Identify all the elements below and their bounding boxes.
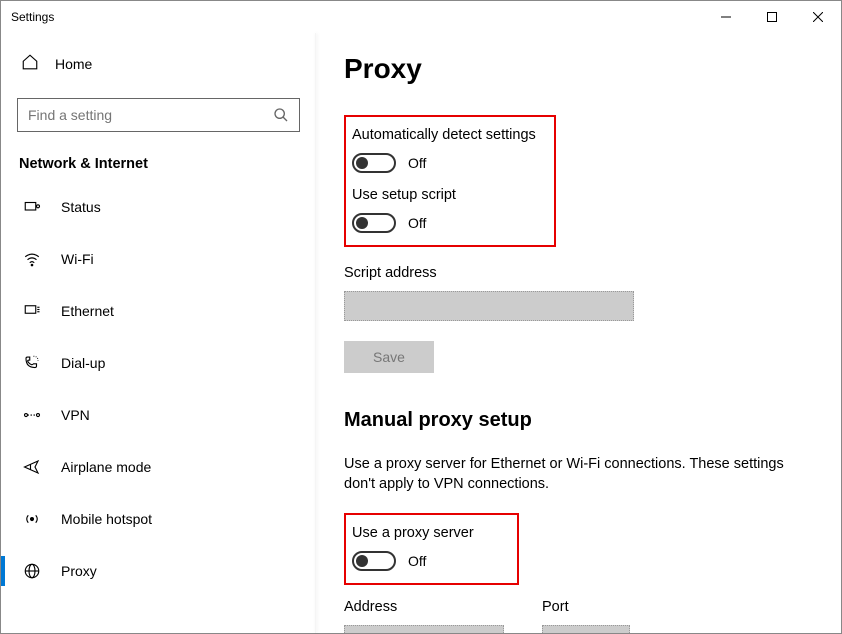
- highlight-box-auto: Automatically detect settings Off Use se…: [344, 115, 556, 247]
- sidebar-item-dialup[interactable]: Dial-up: [1, 342, 316, 384]
- sidebar-item-hotspot[interactable]: Mobile hotspot: [1, 498, 316, 540]
- status-icon: [23, 198, 41, 216]
- home-label: Home: [55, 56, 92, 72]
- sidebar-item-ethernet[interactable]: Ethernet: [1, 290, 316, 332]
- page-title: Proxy: [344, 53, 809, 85]
- close-button[interactable]: [795, 1, 841, 33]
- wifi-icon: [23, 250, 41, 268]
- manual-heading: Manual proxy setup: [344, 409, 809, 432]
- use-script-toggle[interactable]: [352, 213, 396, 233]
- save-button[interactable]: Save: [344, 341, 434, 373]
- category-heading: Network & Internet: [1, 150, 316, 186]
- sidebar-item-label: Proxy: [61, 563, 97, 579]
- dialup-icon: [23, 354, 41, 372]
- search-icon: [273, 107, 289, 123]
- home-icon: [21, 53, 39, 74]
- sidebar-item-label: Ethernet: [61, 303, 114, 319]
- airplane-icon: [23, 458, 41, 476]
- sidebar: Home Network & Internet Status Wi-Fi: [1, 33, 316, 633]
- auto-detect-label: Automatically detect settings: [352, 127, 544, 143]
- auto-detect-state: Off: [408, 155, 426, 171]
- highlight-box-manual: Use a proxy server Off: [344, 513, 519, 585]
- port-label: Port: [542, 599, 630, 615]
- use-proxy-label: Use a proxy server: [352, 525, 507, 541]
- sidebar-item-label: VPN: [61, 407, 90, 423]
- sidebar-item-label: Status: [61, 199, 101, 215]
- use-script-label: Use setup script: [352, 187, 544, 203]
- script-address-label: Script address: [344, 265, 809, 281]
- use-script-state: Off: [408, 215, 426, 231]
- home-link[interactable]: Home: [1, 43, 316, 84]
- sidebar-item-label: Airplane mode: [61, 459, 151, 475]
- maximize-button[interactable]: [749, 1, 795, 33]
- search-box[interactable]: [17, 98, 300, 132]
- sidebar-item-status[interactable]: Status: [1, 186, 316, 228]
- sidebar-item-airplane[interactable]: Airplane mode: [1, 446, 316, 488]
- minimize-button[interactable]: [703, 1, 749, 33]
- search-input[interactable]: [28, 107, 273, 123]
- hotspot-icon: [23, 510, 41, 528]
- script-address-input[interactable]: [344, 291, 634, 321]
- sidebar-item-proxy[interactable]: Proxy: [1, 550, 316, 592]
- window-title: Settings: [11, 10, 54, 24]
- address-label: Address: [344, 599, 522, 615]
- auto-detect-toggle[interactable]: [352, 153, 396, 173]
- sidebar-item-wifi[interactable]: Wi-Fi: [1, 238, 316, 280]
- ethernet-icon: [23, 302, 41, 320]
- use-proxy-toggle[interactable]: [352, 551, 396, 571]
- sidebar-item-vpn[interactable]: VPN: [1, 394, 316, 436]
- manual-description: Use a proxy server for Ethernet or Wi-Fi…: [344, 454, 784, 495]
- sidebar-item-label: Wi-Fi: [61, 251, 94, 267]
- sidebar-item-label: Mobile hotspot: [61, 511, 152, 527]
- content-area: Proxy Automatically detect settings Off …: [316, 33, 841, 633]
- vpn-icon: [23, 406, 41, 424]
- address-input[interactable]: [344, 625, 504, 633]
- use-proxy-state: Off: [408, 553, 426, 569]
- sidebar-item-label: Dial-up: [61, 355, 105, 371]
- port-input[interactable]: [542, 625, 630, 633]
- proxy-icon: [23, 562, 41, 580]
